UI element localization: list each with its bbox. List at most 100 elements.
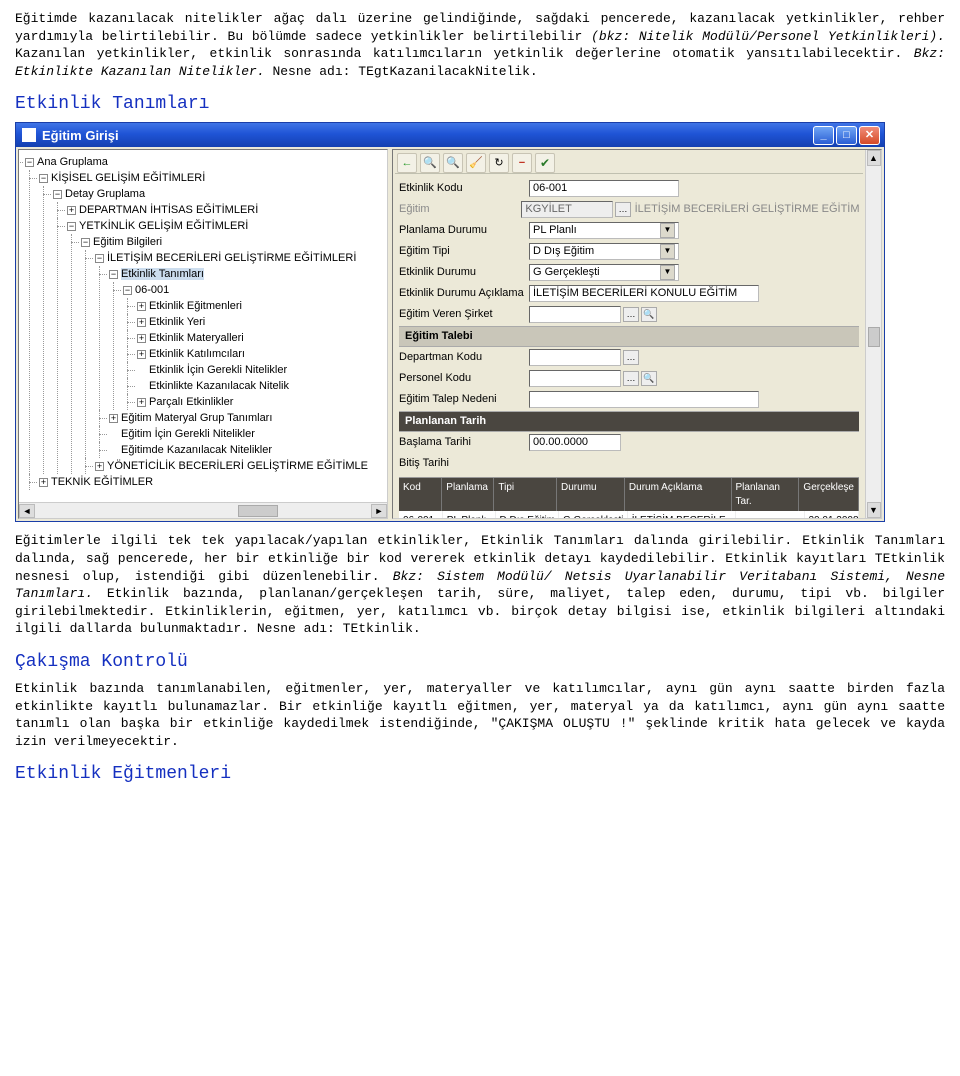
tree-item[interactable]: Parçalı Etkinlikler bbox=[149, 396, 233, 408]
scroll-thumb[interactable] bbox=[868, 327, 880, 347]
expand-icon[interactable]: − bbox=[95, 254, 104, 263]
grid-col-planlanan[interactable]: Planlanan Tar. bbox=[732, 478, 800, 511]
minimize-button[interactable]: _ bbox=[813, 126, 834, 145]
lookup-button[interactable]: 🔍 bbox=[641, 307, 657, 322]
grid-row[interactable]: 06-001 PL Planlı D Dış Eğitim G Gerçekle… bbox=[399, 511, 859, 519]
lookup-button[interactable]: … bbox=[623, 350, 639, 365]
tree-item[interactable]: DEPARTMAN İHTİSAS EĞİTİMLERİ bbox=[79, 204, 258, 216]
label-bitis-tarihi: Bitiş Tarihi bbox=[399, 456, 529, 471]
para1-text-b: Kazanılan yetkinlikler, etkinlik sonrası… bbox=[15, 46, 914, 61]
grid-col-kod[interactable]: Kod bbox=[399, 478, 442, 511]
tree-item[interactable]: Eğitim Bilgileri bbox=[93, 236, 162, 248]
tree-item[interactable]: İLETİŞİM BECERİLERİ GELİŞTİRME EĞİTİMLER… bbox=[107, 252, 356, 264]
select-etkinlik-durumu[interactable]: G Gerçekleşti▼ bbox=[529, 264, 679, 281]
expand-icon[interactable]: + bbox=[137, 334, 146, 343]
input-egitim: KGYİLET bbox=[521, 201, 613, 218]
tree-item[interactable]: Ana Gruplama bbox=[37, 156, 108, 168]
expand-icon[interactable]: − bbox=[53, 190, 62, 199]
confirm-button[interactable]: ✔ bbox=[535, 153, 555, 173]
expand-icon[interactable]: + bbox=[137, 398, 146, 407]
input-durum-aciklama[interactable]: İLETİŞİM BECERİLERİ KONULU EĞİTİM bbox=[529, 285, 759, 302]
input-etkinlik-kodu[interactable]: 06-001 bbox=[529, 180, 679, 197]
input-departman-kodu[interactable] bbox=[529, 349, 621, 366]
expand-icon[interactable]: − bbox=[25, 158, 34, 167]
tree-h-scrollbar[interactable]: ◄ ► bbox=[19, 502, 387, 518]
grid-cell: İLETİŞİM BECERİLE bbox=[628, 511, 736, 519]
close-button[interactable]: ✕ bbox=[859, 126, 880, 145]
scroll-right-icon[interactable]: ► bbox=[371, 504, 387, 518]
input-baslama-tarihi[interactable]: 00.00.0000 bbox=[529, 434, 621, 451]
grid-header: Kod Planlama Tipi Durumu Durum Açıklama … bbox=[399, 478, 859, 511]
tree-item-etkinlik-tanimlari[interactable]: Etkinlik Tanımları bbox=[121, 268, 204, 280]
grid-cell: G Gerçekleşti bbox=[559, 511, 628, 519]
expand-icon[interactable]: − bbox=[109, 270, 118, 279]
tree-item[interactable]: Etkinlik Katılımcıları bbox=[149, 348, 245, 360]
grid-col-durumu[interactable]: Durumu bbox=[557, 478, 625, 511]
expand-icon[interactable]: − bbox=[39, 174, 48, 183]
zoom-button[interactable]: 🔍 bbox=[443, 153, 463, 173]
tree-item[interactable]: Eğitimde Kazanılacak Nitelikler bbox=[121, 444, 272, 456]
expand-icon[interactable]: + bbox=[39, 478, 48, 487]
form-fields: Etkinlik Kodu 06-001 Eğitim KGYİLET … İL… bbox=[395, 174, 863, 519]
tree-pane: −Ana Gruplama −KİŞİSEL GELİŞİM EĞİTİMLER… bbox=[18, 149, 388, 519]
para2-text-b: Etkinlik bazında, planlanan/gerçekleşen … bbox=[15, 586, 945, 636]
tree-item[interactable]: Etkinlik Yeri bbox=[149, 316, 205, 328]
dropdown-icon[interactable]: ▼ bbox=[660, 223, 675, 238]
tree-item[interactable]: KİŞİSEL GELİŞİM EĞİTİMLERİ bbox=[51, 172, 205, 184]
grid-cell bbox=[736, 511, 805, 519]
tree-item[interactable]: Etkinlik Eğitmenleri bbox=[149, 300, 242, 312]
delete-button[interactable]: − bbox=[512, 153, 532, 173]
input-sirket[interactable] bbox=[529, 306, 621, 323]
lookup-button[interactable]: … bbox=[623, 371, 639, 386]
expand-icon[interactable]: − bbox=[123, 286, 132, 295]
expand-icon[interactable]: − bbox=[67, 222, 76, 231]
etkinlik-grid: Kod Planlama Tipi Durumu Durum Açıklama … bbox=[399, 477, 859, 519]
select-planlama-durumu[interactable]: PL Planlı▼ bbox=[529, 222, 679, 239]
tree-item[interactable]: Etkinlikte Kazanılacak Nitelik bbox=[149, 380, 289, 392]
select-egitim-tipi[interactable]: D Dış Eğitim▼ bbox=[529, 243, 679, 260]
label-etkinlik-durumu: Etkinlik Durumu bbox=[399, 265, 529, 280]
tree-item[interactable]: YETKİNLİK GELİŞİM EĞİTİMLERİ bbox=[79, 220, 248, 232]
clear-button[interactable]: 🧹 bbox=[466, 153, 486, 173]
input-personel-kodu[interactable] bbox=[529, 370, 621, 387]
tree-item[interactable]: Eğitim Materyal Grup Tanımları bbox=[121, 412, 272, 424]
expand-icon[interactable]: + bbox=[137, 318, 146, 327]
grid-col-planlama[interactable]: Planlama bbox=[442, 478, 494, 511]
tree-item[interactable]: TEKNİK EĞİTİMLER bbox=[51, 476, 153, 488]
lookup-button[interactable]: … bbox=[623, 307, 639, 322]
dropdown-icon[interactable]: ▼ bbox=[660, 244, 675, 259]
dropdown-icon[interactable]: ▼ bbox=[660, 265, 675, 280]
back-button[interactable]: ← bbox=[397, 153, 417, 173]
expand-icon[interactable]: − bbox=[81, 238, 90, 247]
maximize-button[interactable]: □ bbox=[836, 126, 857, 145]
lookup-button[interactable]: … bbox=[615, 202, 630, 217]
scroll-down-icon[interactable]: ▼ bbox=[867, 502, 881, 518]
scroll-thumb[interactable] bbox=[238, 505, 278, 517]
window-titlebar[interactable]: Eğitim Girişi _ □ ✕ bbox=[16, 123, 884, 147]
tree-item[interactable]: Etkinlik Materyalleri bbox=[149, 332, 244, 344]
label-personel-kodu: Personel Kodu bbox=[399, 371, 529, 386]
grid-col-tipi[interactable]: Tipi bbox=[494, 478, 557, 511]
scroll-left-icon[interactable]: ◄ bbox=[19, 504, 35, 518]
search-button[interactable]: 🔍 bbox=[420, 153, 440, 173]
tree-item[interactable]: 06-001 bbox=[135, 284, 169, 296]
scroll-up-icon[interactable]: ▲ bbox=[867, 150, 881, 166]
form-v-scrollbar[interactable]: ▲ ▼ bbox=[865, 150, 881, 518]
expand-icon[interactable]: + bbox=[67, 206, 76, 215]
grid-cell: D Dış Eğitim bbox=[496, 511, 559, 519]
refresh-button[interactable]: ↻ bbox=[489, 153, 509, 173]
lookup-button[interactable]: 🔍 bbox=[641, 371, 657, 386]
tree-item[interactable]: Detay Gruplama bbox=[65, 188, 145, 200]
tree-item[interactable]: YÖNETİCİLİK BECERİLERİ GELİŞTİRME EĞİTİM… bbox=[107, 460, 368, 472]
expand-icon[interactable]: + bbox=[137, 350, 146, 359]
tree-item[interactable]: Etkinlik İçin Gerekli Nitelikler bbox=[149, 364, 287, 376]
expand-icon[interactable]: + bbox=[137, 302, 146, 311]
expand-icon[interactable]: + bbox=[95, 462, 104, 471]
grid-col-gerceklesen[interactable]: Gerçekleşe bbox=[799, 478, 859, 511]
input-talep-nedeni[interactable] bbox=[529, 391, 759, 408]
navigation-tree[interactable]: −Ana Gruplama −KİŞİSEL GELİŞİM EĞİTİMLER… bbox=[19, 150, 387, 494]
label-egitim-tipi: Eğitim Tipi bbox=[399, 244, 529, 259]
expand-icon[interactable]: + bbox=[109, 414, 118, 423]
tree-item[interactable]: Eğitim İçin Gerekli Nitelikler bbox=[121, 428, 255, 440]
grid-col-aciklama[interactable]: Durum Açıklama bbox=[625, 478, 732, 511]
